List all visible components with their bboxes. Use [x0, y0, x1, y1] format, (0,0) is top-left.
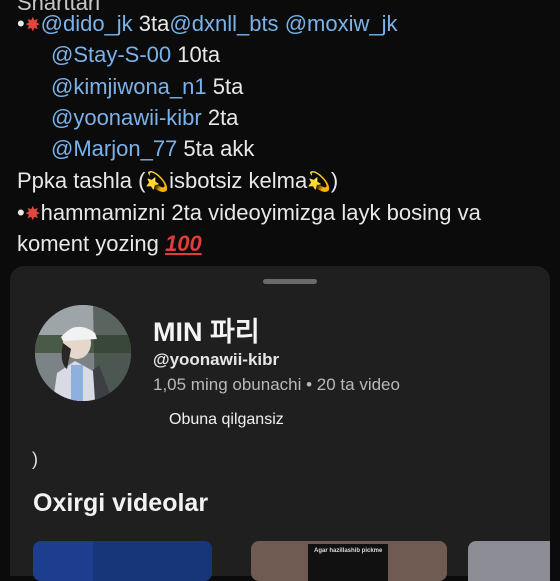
post-line-4: @yoonawii-kibr 2ta: [51, 105, 239, 130]
dizzy-emoji-icon: 💫: [307, 172, 331, 193]
video-thumbnail[interactable]: [33, 541, 212, 581]
thumbnail-panel: [93, 541, 212, 581]
channel-handle: @yoonawii-kibr: [153, 350, 280, 369]
description-text: ): [32, 449, 38, 469]
video-thumbnail[interactable]: Agar hazillashib pickme: [251, 541, 447, 581]
mention-link[interactable]: @Stay-S-00: [51, 42, 171, 67]
channel-stats: 1,05 ming obunachi • 20 ta video: [153, 375, 400, 394]
mention-link[interactable]: @dxnll_bts: [169, 11, 278, 36]
collision-emoji-icon: ✸: [24, 204, 41, 225]
mention-link[interactable]: @Marjon_77: [51, 136, 177, 161]
dizzy-emoji-icon: 💫: [145, 172, 170, 193]
mention-link[interactable]: @dido_jk: [41, 11, 133, 36]
collision-emoji-icon: ✸: [24, 15, 41, 36]
post-line-3: @kimjiwona_n1 5ta: [51, 74, 244, 99]
thumbnail-caption: Agar hazillashib pickme: [314, 548, 383, 554]
mention-link[interactable]: @kimjiwona_n1: [51, 74, 207, 99]
recent-videos-row: Agar hazillashib pickme: [10, 541, 550, 581]
post-line-6: Ppka tashla (💫isbotsiz kelma💫): [17, 165, 338, 198]
section-title: Oxirgi videolar: [33, 489, 209, 517]
post-line-7: •✸hammamizni 2ta videoyimizga layk bosin…: [17, 197, 481, 230]
video-thumbnail[interactable]: [468, 541, 550, 581]
post-line-1: •✸@dido_jk 3ta@dxnll_bts @moxiw_jk: [17, 8, 397, 41]
channel-name: MIN 파리: [153, 317, 260, 347]
mention-link[interactable]: @moxiw_jk: [285, 11, 398, 36]
channel-bottom-sheet: MIN 파리 @yoonawii-kibr 1,05 ming obunachi…: [10, 266, 550, 581]
hundred-points-emoji-icon: 100: [164, 231, 202, 256]
drag-handle[interactable]: [263, 279, 317, 284]
mention-link[interactable]: @yoonawii-kibr: [51, 105, 202, 130]
subscribed-button[interactable]: Obuna qilgansiz: [155, 403, 298, 437]
post-line-2: @Stay-S-00 10ta: [51, 42, 221, 67]
post-line-5: @Marjon_77 5ta akk: [51, 136, 255, 161]
avatar-photo: [35, 305, 131, 401]
post-line-8: koment yozing 100: [17, 231, 202, 256]
avatar[interactable]: [35, 305, 131, 401]
